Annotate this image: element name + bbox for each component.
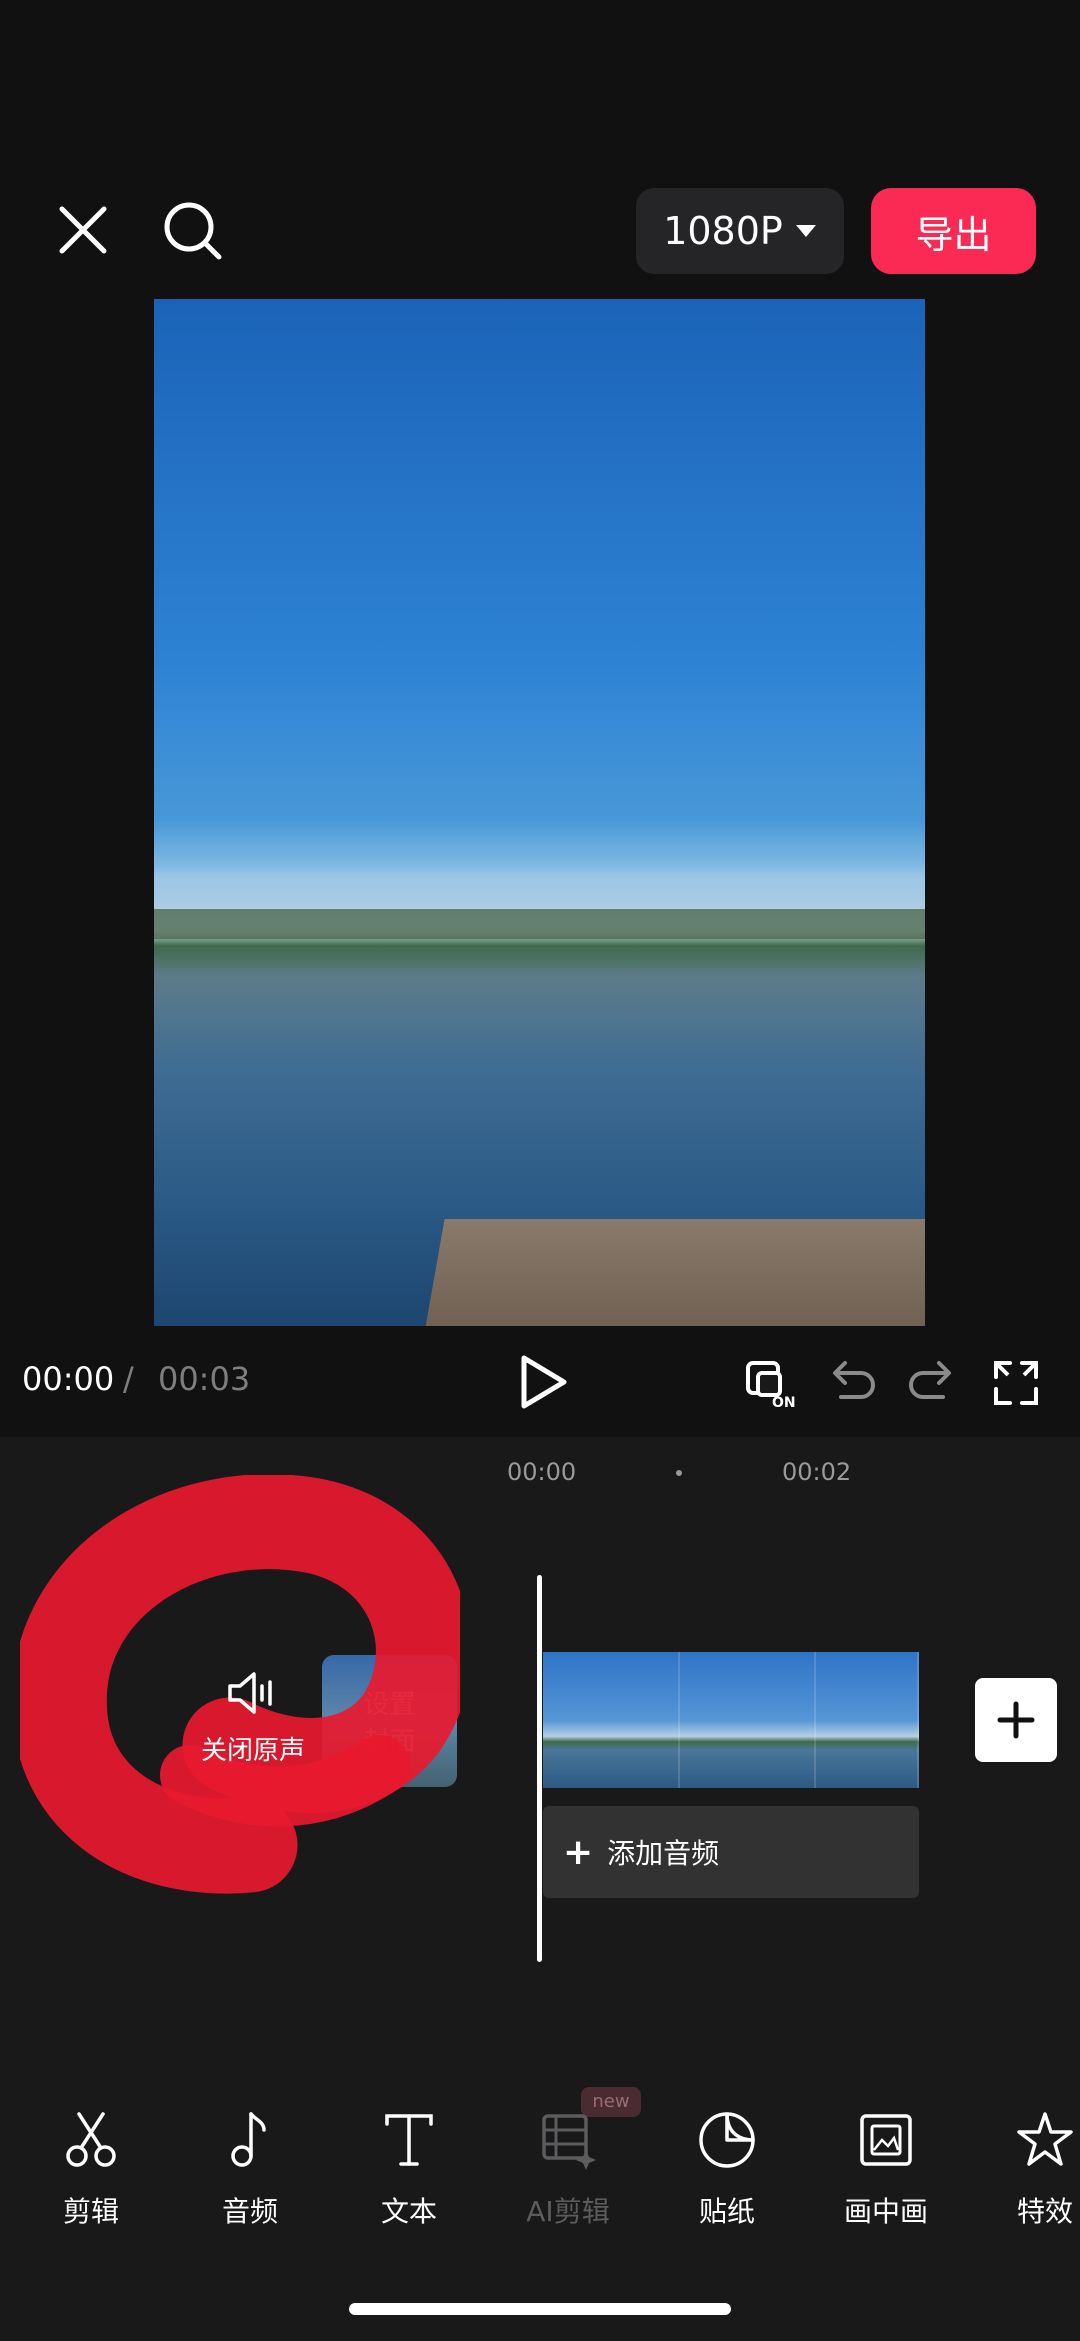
video-preview[interactable] bbox=[154, 299, 925, 1326]
export-button[interactable]: 导出 bbox=[871, 188, 1036, 274]
fullscreen-button[interactable] bbox=[988, 1355, 1044, 1411]
tool-cut[interactable]: 剪辑 bbox=[36, 2110, 146, 2230]
redo-button[interactable] bbox=[905, 1355, 961, 1411]
playhead[interactable] bbox=[537, 1575, 542, 1962]
mute-label: 关闭原声 bbox=[200, 1736, 305, 1766]
text-icon bbox=[385, 2114, 433, 2166]
tool-ai-edit[interactable]: AI剪辑 bbox=[513, 2110, 623, 2230]
plus-icon: + bbox=[563, 1831, 594, 1873]
preview-dock bbox=[423, 1219, 925, 1326]
tool-label: 文本 bbox=[380, 2195, 437, 2228]
current-time: 00:00 bbox=[22, 1360, 115, 1398]
redo-icon bbox=[909, 1361, 951, 1399]
caret-down-icon bbox=[795, 225, 816, 237]
tool-sticker[interactable]: 贴纸 bbox=[672, 2110, 782, 2230]
export-label: 导出 bbox=[915, 212, 992, 257]
scissors-icon bbox=[66, 2112, 116, 2167]
total-time-value: 00:03 bbox=[157, 1360, 251, 1398]
play-button[interactable] bbox=[512, 1350, 572, 1414]
tool-audio[interactable]: 音频 bbox=[195, 2110, 305, 2230]
video-clip-track[interactable] bbox=[543, 1652, 919, 1788]
add-audio-label: 添加音频 bbox=[607, 1837, 720, 1870]
ai-film-icon bbox=[542, 2114, 596, 2170]
add-audio-button[interactable]: + 添加音频 bbox=[543, 1806, 919, 1898]
resolution-label: 1080P bbox=[663, 209, 783, 253]
tool-effects[interactable]: 特效 bbox=[990, 2110, 1080, 2230]
total-time: / 00:03 bbox=[123, 1360, 250, 1398]
search-icon bbox=[164, 202, 222, 260]
add-clip-button[interactable] bbox=[975, 1678, 1057, 1762]
tool-label: 特效 bbox=[1016, 2195, 1073, 2228]
search-button[interactable] bbox=[157, 195, 227, 265]
star-effect-icon bbox=[1017, 2112, 1073, 2166]
tool-label: 贴纸 bbox=[698, 2195, 755, 2228]
fullscreen-icon bbox=[994, 1361, 1038, 1405]
tool-label: 音频 bbox=[221, 2195, 278, 2228]
close-button[interactable] bbox=[48, 195, 118, 265]
keyframe-button[interactable]: ON bbox=[742, 1355, 798, 1411]
preview-shore bbox=[154, 909, 925, 939]
close-icon bbox=[59, 206, 107, 254]
clip-thumbnail bbox=[543, 1652, 680, 1788]
tool-text[interactable]: 文本 bbox=[354, 2110, 464, 2230]
undo-icon bbox=[833, 1361, 875, 1399]
speaker-icon bbox=[228, 1672, 272, 1714]
svg-text:ON: ON bbox=[772, 1395, 796, 1411]
music-note-icon bbox=[231, 2112, 266, 2167]
tool-label: AI剪辑 bbox=[526, 2195, 610, 2228]
plus-icon bbox=[997, 1701, 1035, 1739]
tool-pip[interactable]: 画中画 bbox=[831, 2110, 941, 2230]
timeline-tick-0: 00:00 bbox=[507, 1458, 577, 1486]
timeline-tick-dot bbox=[676, 1470, 682, 1476]
clip-thumbnail bbox=[816, 1652, 919, 1788]
timeline-tick-2: 00:02 bbox=[782, 1458, 852, 1486]
mute-original-button[interactable]: 关闭原声 bbox=[188, 1670, 318, 1767]
resolution-dropdown[interactable]: 1080P bbox=[636, 188, 844, 274]
undo-button[interactable] bbox=[823, 1355, 879, 1411]
keyframe-on-icon: ON bbox=[746, 1361, 796, 1411]
play-icon bbox=[521, 1355, 567, 1409]
time-separator: / bbox=[123, 1360, 134, 1398]
picture-in-picture-icon bbox=[860, 2114, 912, 2166]
clip-thumbnail bbox=[679, 1652, 817, 1788]
tool-label: 剪辑 bbox=[62, 2195, 119, 2228]
home-indicator bbox=[349, 2303, 731, 2315]
sticker-icon bbox=[699, 2112, 755, 2168]
bottom-toolbar: 剪辑 音频 文本 AI剪辑 贴纸 画中画 特效 bbox=[0, 2110, 1080, 2230]
tool-label: 画中画 bbox=[843, 2195, 928, 2228]
